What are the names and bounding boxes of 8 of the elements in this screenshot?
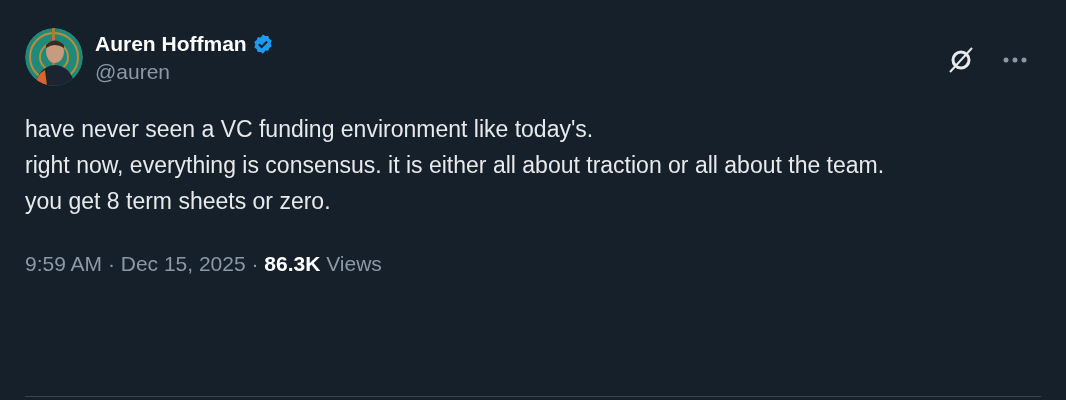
author-handle[interactable]: @auren (95, 59, 274, 85)
more-icon[interactable] (1003, 57, 1027, 63)
tweet-text: have never seen a VC funding environment like today's. (25, 115, 595, 144)
tweet-meta: 9:59 AM · Dec 15, 2025 · 86.3K Views (25, 251, 383, 277)
tweet-text: right now, everything is consensus. it is either all about traction or all about the team. (25, 151, 886, 180)
tweet-text: you get 8 term sheets or zero. (25, 187, 332, 216)
author-name[interactable]: Auren Hoffman (95, 29, 247, 59)
slashed-circle-icon[interactable] (947, 46, 975, 74)
